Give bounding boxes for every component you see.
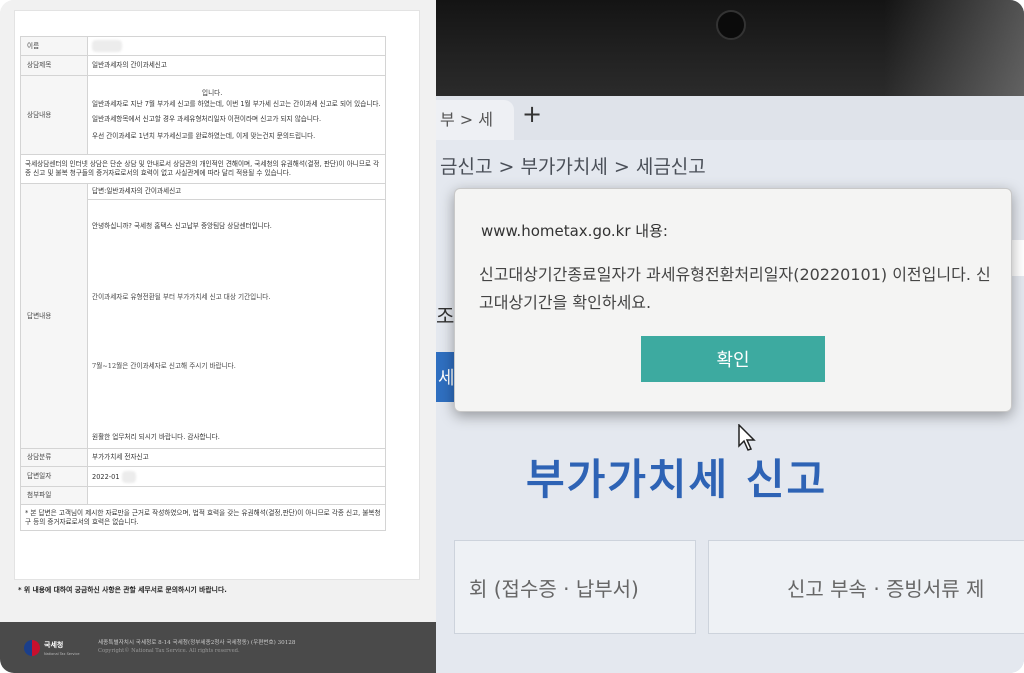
logo-subtitle: National Tax Service [44, 652, 80, 656]
attachment-card-label: 신고 부속 · 증빙서류 제 [787, 577, 985, 601]
hometax-screen-photo: 부 > 세 + 금신고 > 부가가치세 > 세금신고 조 세 www.homet… [436, 0, 1024, 673]
partial-blue-label: 세 [438, 368, 455, 389]
page-heading: 부가가치세 신고 [526, 455, 828, 504]
footer-address: 세종특별자치시 국세청로 8-14 국세청(정부세종2청사 국세청동) (우편번… [98, 640, 296, 646]
attachment-value [87, 486, 386, 505]
content-line: 일반과세항목에서 신고할 경우 과세유형처리일자 이전이라며 신고가 되지 않습… [92, 115, 322, 123]
answer-line: 원활한 업무처리 되시기 바랍니다. 감사합니다. [92, 432, 220, 441]
answer-line: 7월~12월은 간이과세자로 신고해 주시기 바랍니다. [92, 361, 236, 370]
redacted-date [121, 470, 136, 483]
date-text: 2022-01 [92, 472, 120, 481]
receipt-card-label: 회 (접수증 · 납부서) [469, 577, 639, 601]
logo-text: 국세청 [44, 641, 64, 649]
bottom-note: * 위 내용에 대하여 궁금하신 사항은 관할 세무서로 문의하시기 바랍니다. [18, 586, 227, 594]
attachment-card[interactable]: 신고 부속 · 증빙서류 제 [708, 540, 1024, 634]
dialog-title: www.hometax.go.kr 내용: [481, 222, 668, 240]
date-value: 2022-01 [87, 466, 386, 487]
consultation-document-panel: 이름 상담제목 일반과세자의 간이과세신고 상담내용 입니다. 일반과세자로 지… [0, 0, 436, 673]
notice-row: 국세상담센터의 인터넷 상담은 단순 상담 및 안내로서 상담관의 개인적인 견… [20, 154, 386, 184]
nts-logo-icon [24, 640, 40, 656]
bezel-reflection [884, 0, 1024, 96]
answer-line: 간이과세자로 유형전환될 부터 부가가치세 신고 대상 기간입니다. [92, 292, 271, 301]
subject-value: 일반과세자의 간이과세신고 [87, 55, 386, 76]
partial-tab-label: 조 [436, 304, 455, 328]
attachment-label: 첨부파일 [20, 486, 88, 505]
dialog-message: 신고대상기간종료일자가 과세유형전환처리일자(20220101) 이전입니다. … [479, 265, 991, 312]
confirm-button[interactable]: 확인 [641, 336, 825, 382]
breadcrumb: 금신고 > 부가가치세 > 세금신고 [440, 156, 706, 178]
webcam-icon [716, 10, 746, 40]
composite-image: 이름 상담제목 일반과세자의 간이과세신고 상담내용 입니다. 일반과세자로 지… [0, 0, 1024, 673]
browser-tab-label: 부 > 세 [440, 110, 494, 129]
name-value [87, 36, 386, 56]
subject-label: 상담제목 [20, 55, 88, 76]
answer-label: 답변내용 [20, 183, 88, 449]
answer-body: 안녕하십니까? 국세청 홈택스 신고납부 중앙팀담 상담센터입니다. 간이과세자… [87, 199, 386, 449]
content-line: 입니다. [202, 89, 223, 98]
redacted-name [92, 40, 122, 52]
footer-copyright: Copyright© National Tax Service. All rig… [98, 648, 240, 654]
name-label: 이름 [20, 36, 88, 56]
partial-blue-button[interactable]: 세 [436, 352, 456, 402]
content-label: 상담내용 [20, 75, 88, 155]
new-tab-button[interactable]: + [522, 100, 542, 128]
category-value: 부가가치세 전자신고 [87, 448, 386, 467]
answer-line: 안녕하십니까? 국세청 홈택스 신고납부 중앙팀담 상담센터입니다. [92, 222, 272, 230]
content-value: 입니다. 일반과세자로 지난 7월 부가세 신고를 하였는데, 이번 1월 부가… [87, 75, 386, 155]
answer-title: 답변:일반과세자의 간이과세신고 [87, 183, 386, 200]
content-line: 우선 간이과세로 1년치 부가세신고를 완료하였는데, 이게 맞는건지 문의드립… [92, 131, 316, 140]
content-line: 일반과세자로 지난 7월 부가세 신고를 하였는데, 이번 1월 부가세 신고는… [92, 100, 381, 109]
consultation-table: 이름 상담제목 일반과세자의 간이과세신고 상담내용 입니다. 일반과세자로 지… [20, 36, 386, 531]
disclaimer: * 본 답변은 고객님이 제시한 자료만을 근거로 작성하였으며, 법적 효력을… [20, 504, 386, 531]
date-label: 답변일자 [20, 466, 88, 487]
alert-dialog: www.hometax.go.kr 내용: 신고대상기간종료일자가 과세유형전환… [454, 188, 1012, 412]
category-label: 상담분류 [20, 448, 88, 467]
receipt-card[interactable]: 회 (접수증 · 납부서) [454, 540, 696, 634]
